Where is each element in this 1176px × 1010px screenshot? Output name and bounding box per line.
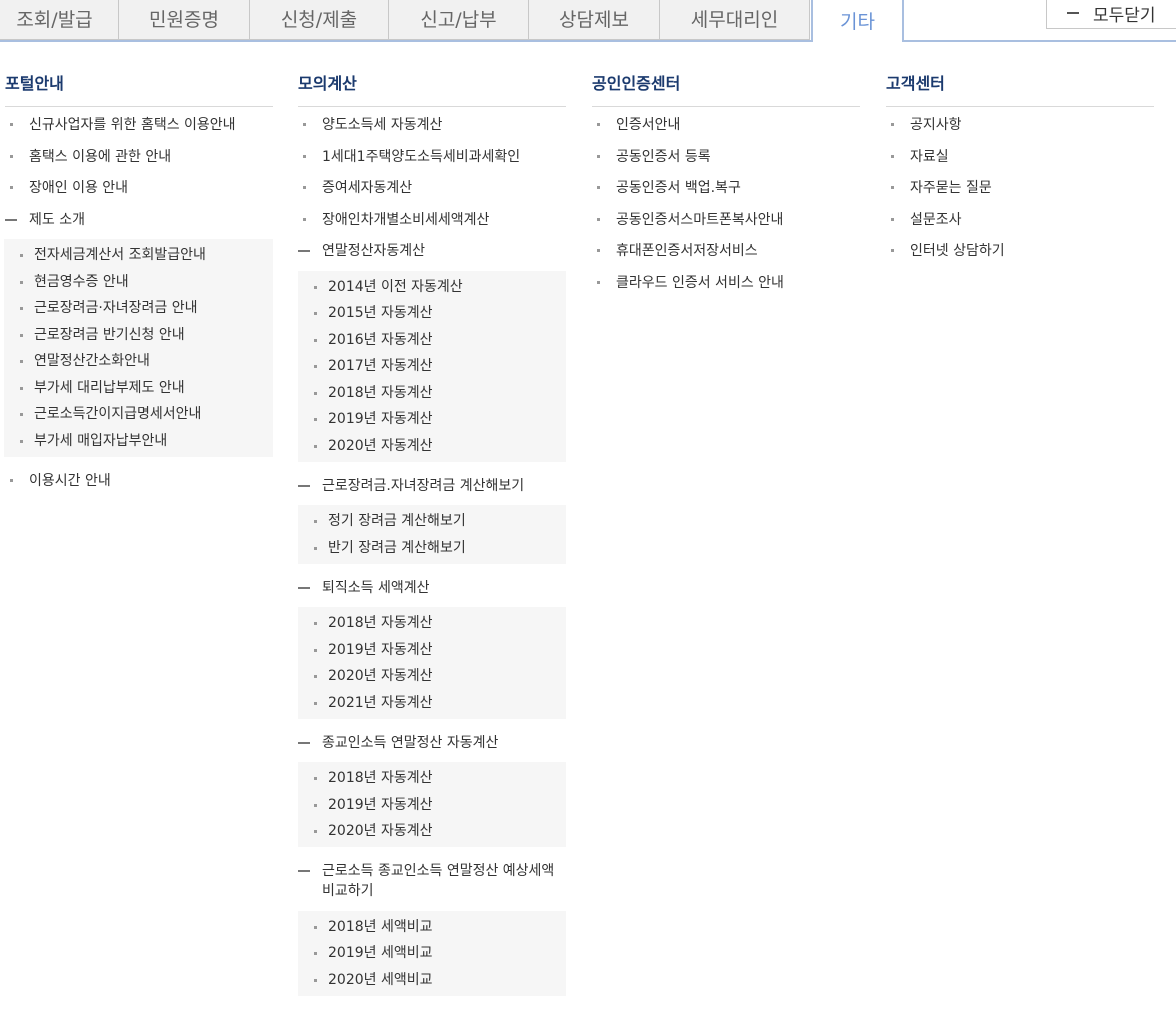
column-customer-center: 고객센터 공지사항 자료실 자주묻는 질문 설문조사 인터넷 상담하기 bbox=[886, 68, 1154, 273]
menu-item[interactable]: 설문조사 bbox=[886, 210, 1154, 230]
menu-group-toggle[interactable]: 근로소득 종교인소득 연말정산 예상세액 비교하기 bbox=[298, 861, 566, 901]
menu-item[interactable]: 신규사업자를 위한 홈택스 이용안내 bbox=[5, 115, 273, 135]
menu-group-toggle[interactable]: 종교인소득 연말정산 자동계산 bbox=[298, 733, 566, 753]
menu-group-toggle[interactable]: 연말정산자동계산 bbox=[298, 241, 566, 261]
submenu-item[interactable]: 2016년 자동계산 bbox=[298, 330, 566, 350]
submenu-list: 2018년 자동계산 2019년 자동계산 2020년 자동계산 2021년 자… bbox=[298, 607, 566, 719]
submenu-item[interactable]: 부가세 매입자납부안내 bbox=[4, 431, 273, 451]
submenu-item[interactable]: 부가세 대리납부제도 안내 bbox=[4, 378, 273, 398]
minus-icon bbox=[1067, 12, 1079, 14]
submenu-item[interactable]: 근로장려금·자녀장려금 안내 bbox=[4, 298, 273, 318]
menu-item[interactable]: 홈택스 이용에 관한 안내 bbox=[5, 147, 273, 167]
top-tab-bar: 조회/발급 민원증명 신청/제출 신고/납부 상담제보 세무대리인 기타 모두닫… bbox=[0, 0, 1176, 43]
submenu-item[interactable]: 2018년 자동계산 bbox=[298, 383, 566, 403]
tab-inquiry[interactable]: 조회/발급 bbox=[0, 0, 119, 40]
submenu-item[interactable]: 2018년 자동계산 bbox=[298, 768, 566, 788]
submenu-item[interactable]: 전자세금계산서 조회발급안내 bbox=[4, 245, 273, 265]
submenu-item[interactable]: 현금영수증 안내 bbox=[4, 272, 273, 292]
submenu-item[interactable]: 2015년 자동계산 bbox=[298, 303, 566, 323]
menu-item[interactable]: 장애인 이용 안내 bbox=[5, 178, 273, 198]
tab-civil-certificate[interactable]: 민원증명 bbox=[118, 0, 250, 40]
submenu-item[interactable]: 2020년 세액비교 bbox=[298, 970, 566, 990]
tab-tax-agent[interactable]: 세무대리인 bbox=[659, 0, 810, 40]
menu-group-toggle[interactable]: 근로장려금.자녀장려금 계산해보기 bbox=[298, 476, 566, 496]
menu-item[interactable]: 자료실 bbox=[886, 147, 1154, 167]
submenu-item[interactable]: 반기 장려금 계산해보기 bbox=[298, 538, 566, 558]
submenu-item[interactable]: 2018년 세액비교 bbox=[298, 917, 566, 937]
menu-group-toggle[interactable]: 퇴직소득 세액계산 bbox=[298, 578, 566, 598]
submenu-item[interactable]: 2019년 자동계산 bbox=[298, 795, 566, 815]
submenu-item[interactable]: 2020년 자동계산 bbox=[298, 436, 566, 456]
tab-application[interactable]: 신청/제출 bbox=[249, 0, 389, 40]
column-title: 포털안내 bbox=[5, 68, 273, 107]
submenu-item[interactable]: 연말정산간소화안내 bbox=[4, 351, 273, 371]
column-mock-calculation: 모의계산 양도소득세 자동계산 1세대1주택양도소득세비과세확인 증여세자동계산… bbox=[298, 68, 566, 1010]
submenu-item[interactable]: 근로소득간이지급명세서안내 bbox=[4, 404, 273, 424]
submenu-item[interactable]: 2021년 자동계산 bbox=[298, 693, 566, 713]
tab-baseline bbox=[902, 40, 1176, 42]
submenu-item[interactable]: 2018년 자동계산 bbox=[298, 613, 566, 633]
menu-item[interactable]: 휴대폰인증서저장서비스 bbox=[592, 241, 860, 261]
submenu-item[interactable]: 2019년 세액비교 bbox=[298, 943, 566, 963]
submenu-list: 전자세금계산서 조회발급안내 현금영수증 안내 근로장려금·자녀장려금 안내 근… bbox=[4, 239, 273, 457]
tab-baseline bbox=[0, 40, 812, 42]
close-all-label: 모두닫기 bbox=[1093, 5, 1156, 26]
menu-item[interactable]: 클라우드 인증서 서비스 안내 bbox=[592, 273, 860, 293]
submenu-list: 2018년 자동계산 2019년 자동계산 2020년 자동계산 bbox=[298, 762, 566, 847]
column-title: 고객센터 bbox=[886, 68, 1154, 107]
submenu-item[interactable]: 2020년 자동계산 bbox=[298, 821, 566, 841]
menu-group-toggle[interactable]: 제도 소개 bbox=[5, 210, 273, 230]
menu-item[interactable]: 자주묻는 질문 bbox=[886, 178, 1154, 198]
menu-item[interactable]: 1세대1주택양도소득세비과세확인 bbox=[298, 147, 566, 167]
column-title: 공인인증센터 bbox=[592, 68, 860, 107]
submenu-item[interactable]: 2019년 자동계산 bbox=[298, 409, 566, 429]
submenu-item[interactable]: 2020년 자동계산 bbox=[298, 666, 566, 686]
tab-filing-payment[interactable]: 신고/납부 bbox=[388, 0, 529, 40]
submenu-list: 2014년 이전 자동계산 2015년 자동계산 2016년 자동계산 2017… bbox=[298, 270, 566, 462]
tab-consult-report[interactable]: 상담제보 bbox=[528, 0, 660, 40]
menu-item[interactable]: 공지사항 bbox=[886, 115, 1154, 135]
menu-item[interactable]: 양도소득세 자동계산 bbox=[298, 115, 566, 135]
submenu-list: 정기 장려금 계산해보기 반기 장려금 계산해보기 bbox=[298, 505, 566, 564]
menu-item[interactable]: 인터넷 상담하기 bbox=[886, 241, 1154, 261]
menu-item[interactable]: 공동인증서 백업.복구 bbox=[592, 178, 860, 198]
submenu-item[interactable]: 근로장려금 반기신청 안내 bbox=[4, 325, 273, 345]
menu-item[interactable]: 장애인차개별소비세세액계산 bbox=[298, 210, 566, 230]
menu-item[interactable]: 이용시간 안내 bbox=[5, 471, 273, 491]
menu-item[interactable]: 공동인증서 등록 bbox=[592, 147, 860, 167]
submenu-item[interactable]: 2019년 자동계산 bbox=[298, 640, 566, 660]
submenu-list: 2018년 세액비교 2019년 세액비교 2020년 세액비교 bbox=[298, 910, 566, 996]
close-all-button[interactable]: 모두닫기 bbox=[1046, 0, 1176, 29]
menu-item[interactable]: 증여세자동계산 bbox=[298, 178, 566, 198]
menu-item[interactable]: 공동인증서스마트폰복사안내 bbox=[592, 210, 860, 230]
column-title: 모의계산 bbox=[298, 68, 566, 107]
column-portal-guide: 포털안내 신규사업자를 위한 홈택스 이용안내 홈택스 이용에 관한 안내 장애… bbox=[4, 68, 273, 502]
submenu-item[interactable]: 2017년 자동계산 bbox=[298, 356, 566, 376]
tab-others[interactable]: 기타 bbox=[811, 0, 904, 42]
column-certificate-center: 공인인증센터 인증서안내 공동인증서 등록 공동인증서 백업.복구 공동인증서스… bbox=[592, 68, 860, 304]
submenu-item[interactable]: 정기 장려금 계산해보기 bbox=[298, 511, 566, 531]
submenu-item[interactable]: 2014년 이전 자동계산 bbox=[298, 277, 566, 297]
menu-item[interactable]: 인증서안내 bbox=[592, 115, 860, 135]
